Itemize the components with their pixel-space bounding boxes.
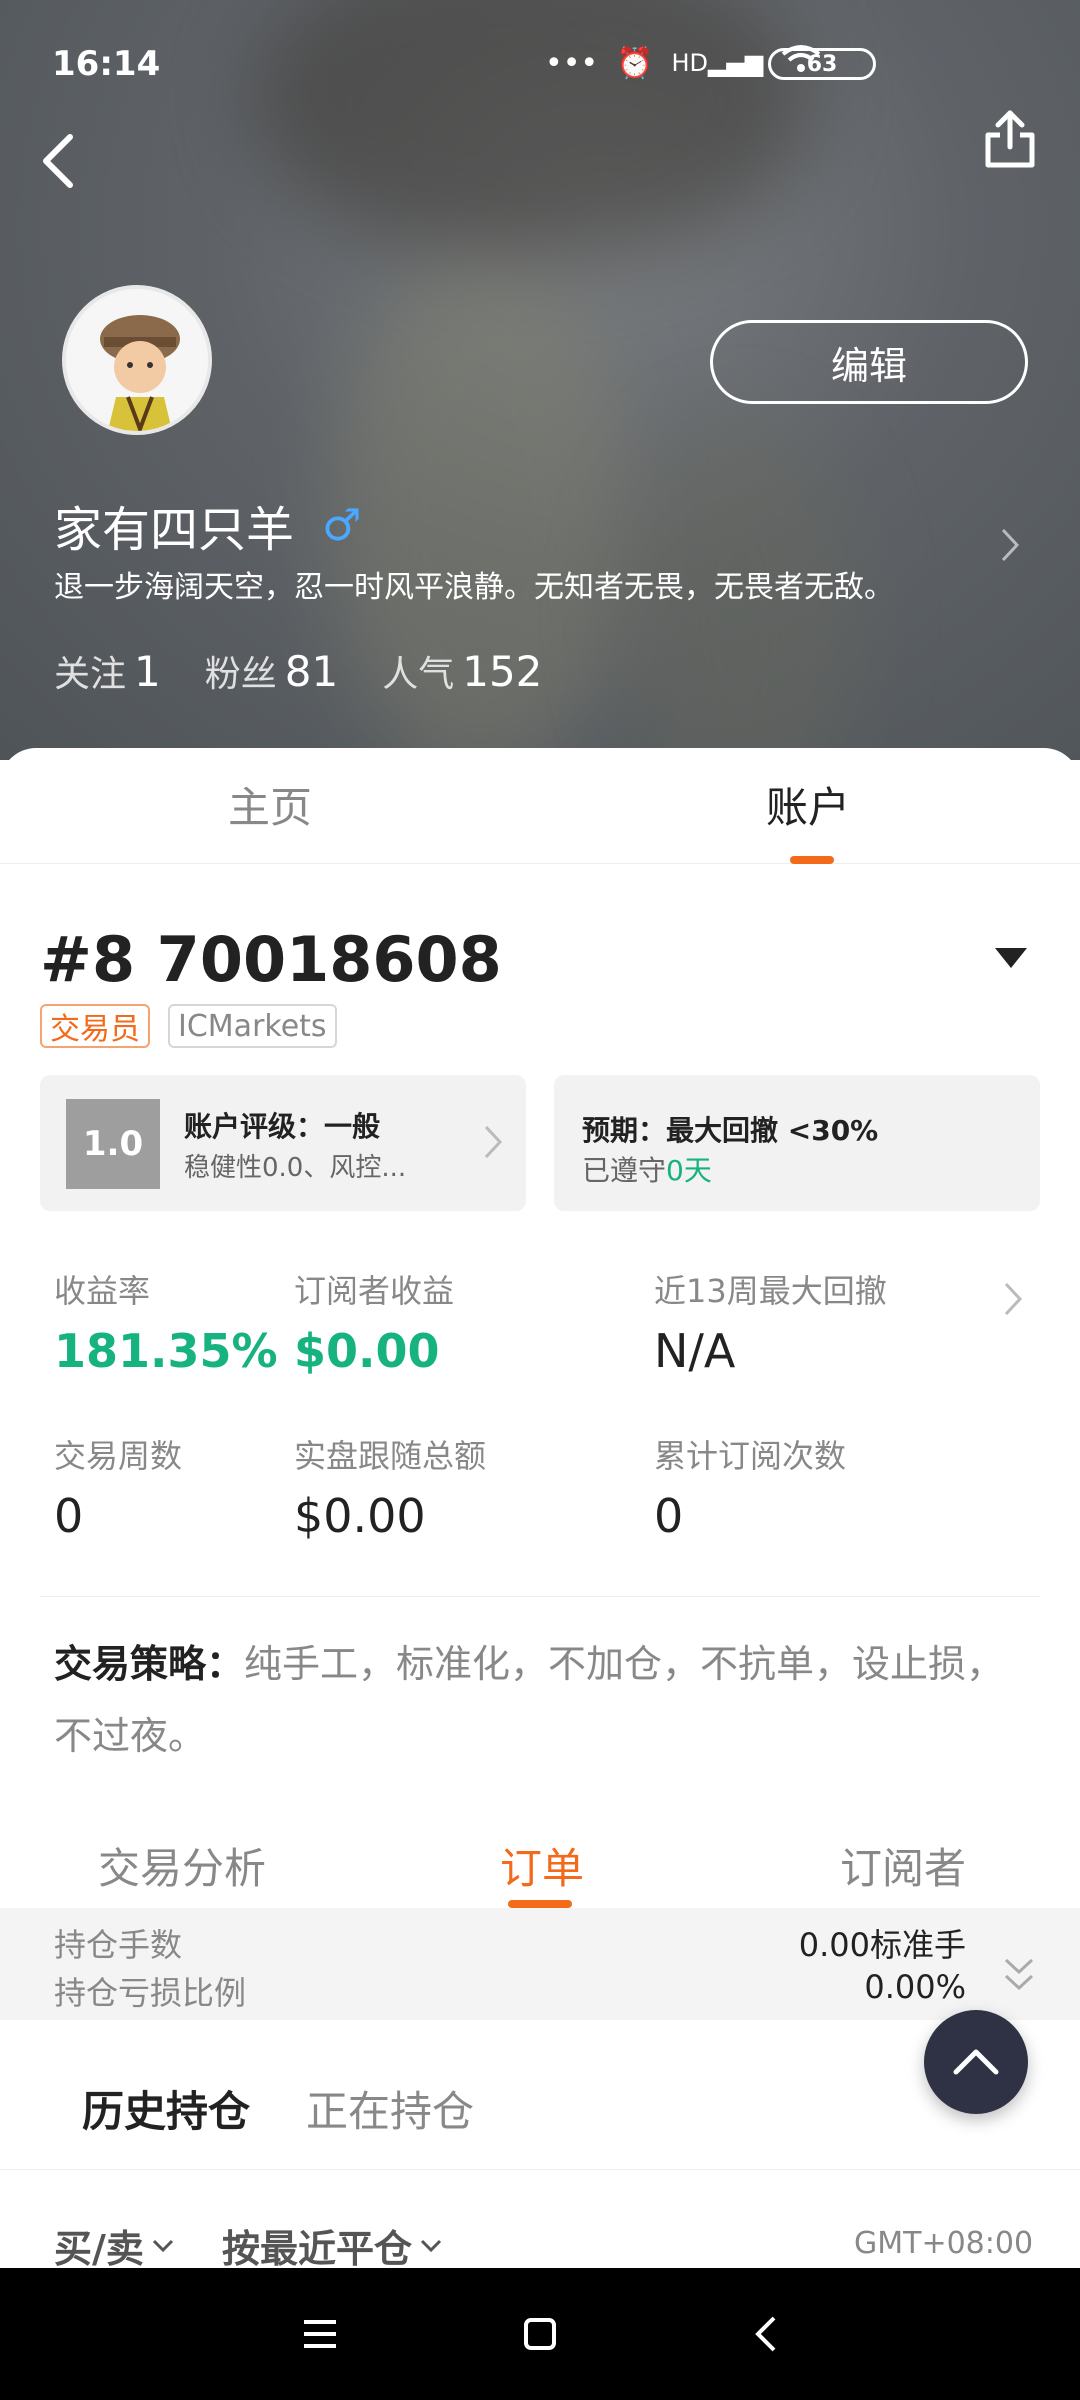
metric-max-drawdown[interactable]: 近13周最大回撤 N/A xyxy=(654,1266,887,1378)
expectation-subtitle: 已遵守0天 xyxy=(582,1154,712,1187)
status-time: 16:14 xyxy=(52,44,161,84)
rating-title: 账户评级：一般 xyxy=(184,1110,381,1143)
detail-tab-indicator xyxy=(508,1900,572,1908)
rating-subtitle: 稳健性0.0、风控... xyxy=(184,1153,407,1183)
chevron-up-icon xyxy=(953,2049,999,2075)
chevron-right-icon xyxy=(1001,528,1020,562)
system-nav-bar xyxy=(0,2268,1080,2400)
profile-header: 16:14 ••• ⏰ HD▂▄▆ 63 编辑 家有四只羊 ♂ 退一步海阔天空，… xyxy=(0,0,1080,760)
alarm-icon: ⏰ xyxy=(616,45,654,81)
metrics-detail-arrow[interactable] xyxy=(1000,1276,1026,1322)
tab-history-positions[interactable]: 历史持仓 xyxy=(82,2078,250,2139)
avatar[interactable] xyxy=(62,285,212,435)
metric-subscription-count: 累计订阅次数 0 xyxy=(654,1437,847,1543)
broker-tag: ICMarkets xyxy=(168,1004,337,1048)
position-lots-row: 持仓手数 0.00标准手 xyxy=(54,1926,966,1964)
detail-tabs: 交易分析 订单 订阅者 xyxy=(0,1803,1080,1903)
share-icon xyxy=(985,110,1035,168)
chevron-down-icon xyxy=(152,2239,173,2252)
chevron-down-icon xyxy=(420,2239,442,2252)
menu-icon[interactable] xyxy=(296,2310,344,2358)
more-dots-icon: ••• xyxy=(545,45,599,81)
timezone-label: GMT+08:00 xyxy=(854,2226,1034,2261)
user-name-text: 家有四只羊 xyxy=(54,502,295,558)
trader-tag: 交易员 xyxy=(40,1004,150,1048)
chevron-right-icon xyxy=(1004,1282,1023,1316)
position-loss-row: 持仓亏损比例 0.00% xyxy=(54,1968,966,2012)
drawdown-expectation-card: 预期：最大回撤 <30% 已遵守0天 xyxy=(554,1075,1040,1211)
tab-open-positions[interactable]: 正在持仓 xyxy=(306,2078,474,2139)
home-icon[interactable] xyxy=(516,2310,564,2358)
tab-orders[interactable]: 订单 xyxy=(500,1835,584,1896)
following-stat[interactable]: 关注 1 xyxy=(54,645,161,697)
metric-return-rate: 收益率 181.35% xyxy=(54,1272,278,1378)
rating-arrow xyxy=(480,1119,506,1165)
signal-icon: HD▂▄▆ xyxy=(671,49,764,77)
back-nav-icon[interactable] xyxy=(744,2310,792,2358)
user-bio: 退一步海阔天空，忍一时风平浪静。无知者无畏，无畏者无敌。 xyxy=(54,570,894,605)
main-content-card: 主页 账户 #8 70018608 交易员 ICMarkets 1.0 账户评级… xyxy=(0,748,1080,2271)
metric-trading-weeks: 交易周数 0 xyxy=(54,1437,183,1543)
followers-stat[interactable]: 粉丝 81 xyxy=(205,645,338,697)
tab-trade-analysis[interactable]: 交易分析 xyxy=(98,1835,266,1896)
edit-profile-button[interactable]: 编辑 xyxy=(710,320,1028,404)
account-rating-card[interactable]: 1.0 账户评级：一般 稳健性0.0、风控... xyxy=(40,1075,526,1211)
male-gender-icon: ♂ xyxy=(322,499,362,551)
chevron-left-icon xyxy=(43,134,73,188)
main-tabs: 主页 账户 xyxy=(0,748,1080,864)
back-button[interactable] xyxy=(30,125,90,195)
status-bar: 16:14 ••• ⏰ HD▂▄▆ 63 xyxy=(0,0,1080,120)
position-tabs: 历史持仓 正在持仓 xyxy=(0,2020,1080,2170)
tab-active-indicator xyxy=(790,856,834,864)
account-dropdown-icon[interactable] xyxy=(995,948,1027,968)
tab-account[interactable]: 账户 xyxy=(766,774,850,835)
sort-filter[interactable]: 按最近平仓 xyxy=(222,2218,442,2273)
share-button[interactable] xyxy=(980,105,1040,175)
avatar-illustration xyxy=(66,289,208,431)
profile-detail-arrow[interactable] xyxy=(995,520,1025,570)
rating-score-badge: 1.0 xyxy=(66,1099,160,1189)
popularity-stat: 人气 152 xyxy=(382,647,543,696)
scroll-to-top-button[interactable] xyxy=(924,2010,1028,2114)
tab-subscribers[interactable]: 订阅者 xyxy=(840,1835,966,1896)
metric-subscriber-profit: 订阅者收益 $0.00 xyxy=(294,1272,455,1378)
chevron-right-icon xyxy=(484,1125,503,1159)
position-summary: 持仓手数 0.00标准手 持仓亏损比例 0.00% xyxy=(0,1908,1080,2020)
trading-strategy: 交易策略：纯手工，标准化，不加仓，不抗单，设止损，不过夜。 xyxy=(54,1642,1005,1758)
account-number: #8 70018608 xyxy=(40,923,502,996)
expectation-title: 预期：最大回撤 <30% xyxy=(582,1114,879,1147)
section-divider xyxy=(40,1596,1040,1597)
battery-icon: 63 xyxy=(768,48,876,80)
side-filter[interactable]: 买/卖 xyxy=(54,2218,174,2273)
social-stats: 关注 1 粉丝 81 人气 152 xyxy=(54,645,542,697)
expand-chevron-icon[interactable] xyxy=(1002,1954,1036,1998)
metric-follow-total: 实盘跟随总额 $0.00 xyxy=(294,1437,487,1543)
user-name: 家有四只羊 ♂ xyxy=(54,490,361,560)
tab-home[interactable]: 主页 xyxy=(228,774,312,835)
